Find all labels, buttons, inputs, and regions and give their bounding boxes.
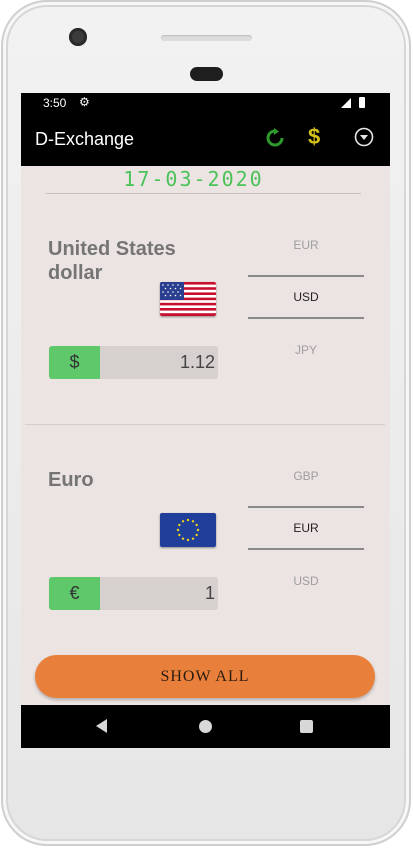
- dollar-icon[interactable]: $: [308, 124, 320, 150]
- back-icon[interactable]: [96, 719, 107, 733]
- currency-2-option-selected[interactable]: EUR: [248, 506, 364, 550]
- battery-icon: [359, 97, 365, 108]
- currency-2-symbol: €: [49, 577, 100, 610]
- currency-2-amount[interactable]: 1: [205, 577, 215, 610]
- signal-icon: [341, 98, 351, 108]
- app-title: D-Exchange: [35, 129, 135, 149]
- currency-1-symbol: $: [49, 346, 100, 379]
- proximity-sensor: [190, 67, 223, 81]
- app-bar: D-Exchange $: [21, 113, 390, 166]
- currency-2-option-below[interactable]: USD: [248, 550, 364, 588]
- us-flag-icon: [160, 282, 216, 316]
- earpiece-speaker: [161, 35, 252, 41]
- currency-1-amount-field[interactable]: $ 1.12: [49, 346, 218, 379]
- currency-2-option-above[interactable]: GBP: [248, 469, 364, 506]
- status-bar: 3:50 ⚙: [21, 93, 390, 113]
- refresh-icon[interactable]: [265, 128, 285, 148]
- currency-2-picker[interactable]: GBP EUR USD: [248, 469, 364, 588]
- status-time: 3:50: [43, 96, 67, 110]
- section-divider: [25, 424, 385, 425]
- currency-1-picker[interactable]: EUR USD JPY: [248, 238, 364, 357]
- currency-2-name: Euro: [48, 469, 94, 491]
- home-icon[interactable]: [199, 720, 212, 733]
- currency-1-amount[interactable]: 1.12: [180, 346, 215, 379]
- recent-apps-icon[interactable]: [300, 720, 313, 733]
- eu-flag-icon: [160, 513, 216, 547]
- date-label: 17-03-2020: [123, 167, 264, 191]
- dropdown-icon[interactable]: [354, 127, 374, 147]
- currency-1-option-below[interactable]: JPY: [248, 319, 364, 357]
- settings-gear-icon: ⚙: [79, 95, 90, 109]
- currency-1-name: United States dollar: [48, 238, 176, 284]
- show-all-button[interactable]: SHOW ALL: [35, 655, 375, 698]
- date-divider: [46, 193, 361, 194]
- phone-frame: 3:50 ⚙ D-Exchange $ 17-03-2020 United St…: [1, 0, 411, 846]
- navigation-bar: [21, 705, 390, 748]
- currency-2-amount-field[interactable]: € 1: [49, 577, 218, 610]
- currency-1-option-selected[interactable]: USD: [248, 275, 364, 319]
- front-camera: [69, 28, 87, 46]
- currency-1-option-above[interactable]: EUR: [248, 238, 364, 275]
- screen: 3:50 ⚙ D-Exchange $ 17-03-2020 United St…: [21, 93, 390, 748]
